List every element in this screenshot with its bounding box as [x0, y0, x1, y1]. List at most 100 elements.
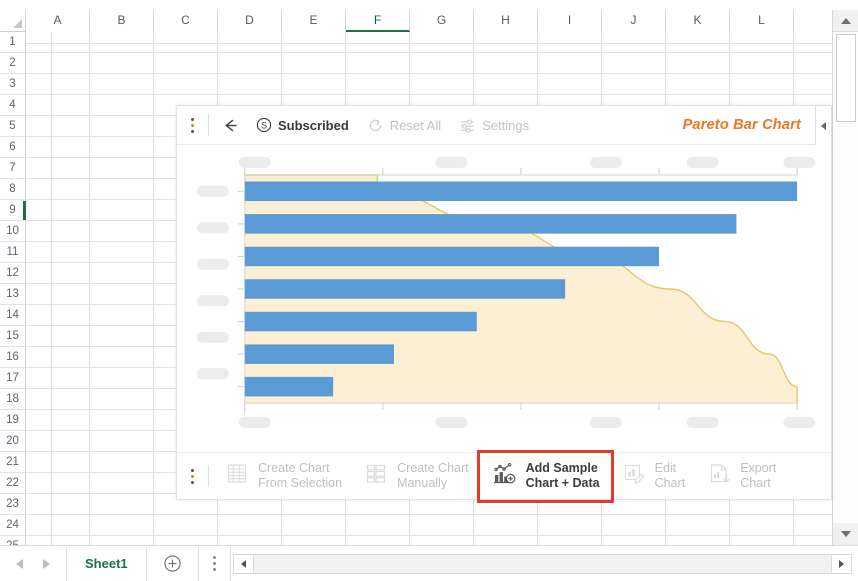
column-header-k[interactable]: K	[666, 10, 730, 32]
column-header-d[interactable]: D	[218, 10, 282, 32]
horizontal-scrollbar[interactable]	[232, 553, 852, 574]
reset-all-button[interactable]: Reset All	[358, 106, 450, 145]
sheet-kebab-dot-middle	[212, 562, 216, 565]
column-header-a[interactable]: A	[26, 10, 90, 32]
row-header-6[interactable]: 6	[0, 137, 26, 158]
row-header-3[interactable]: 3	[0, 74, 26, 95]
chevron-up-icon	[841, 17, 851, 24]
sheet-tab-sheet1[interactable]: Sheet1	[67, 546, 147, 581]
edit-chart-label: Edit Chart	[654, 461, 686, 490]
row-header-9[interactable]: 9	[0, 200, 26, 221]
column-header-c[interactable]: C	[154, 10, 218, 32]
footer-more-options-icon[interactable]	[181, 457, 203, 496]
corner-triangle-icon	[13, 19, 22, 28]
previous-sheet-icon[interactable]	[16, 558, 23, 569]
row-header-15[interactable]: 15	[0, 326, 26, 347]
chart-canvas	[177, 145, 831, 452]
add-sheet-button[interactable]	[147, 546, 199, 581]
x-axis-label-top-4	[783, 157, 816, 168]
bar-7	[244, 376, 334, 397]
category-label-2	[196, 258, 229, 270]
row-header-4[interactable]: 4	[0, 95, 26, 116]
column-header-h[interactable]: H	[474, 10, 538, 32]
row-header-20[interactable]: 20	[0, 431, 26, 452]
category-label-3	[196, 295, 229, 307]
taskpane-header: S Subscribed Reset All Settings Pareto B…	[177, 105, 832, 146]
row-header-13[interactable]: 13	[0, 284, 26, 305]
excel-window: ABCDEFGHIJKL 1 2 3 4 5 6 7 8 9 10 11 12 13 14 15 16 17 18…	[0, 0, 858, 581]
svg-text:S: S	[261, 120, 267, 130]
sheet-tab-bar: Sheet1	[0, 545, 858, 581]
row-header-8[interactable]: 8	[0, 179, 26, 200]
bar-1	[244, 181, 798, 201]
create-chart-from-selection-button[interactable]: Create Chart From Selection	[214, 454, 353, 499]
row-header-16[interactable]: 16	[0, 347, 26, 368]
collapse-pane-button[interactable]	[815, 105, 832, 146]
row-header-column: 1234567891011121314151617181920212223242…	[0, 32, 26, 578]
footer-divider	[208, 465, 209, 487]
kebab-dot-top	[190, 117, 194, 121]
subscribed-button[interactable]: S Subscribed	[247, 106, 358, 145]
row-header-7[interactable]: 7	[0, 158, 26, 179]
column-header-b[interactable]: B	[90, 10, 154, 32]
scroll-down-button[interactable]	[833, 523, 858, 545]
next-sheet-icon[interactable]	[43, 558, 50, 569]
create-chart-manually-button[interactable]: Create Chart Manually	[353, 454, 480, 499]
dollar-circle-icon: S	[256, 117, 272, 133]
x-axis-label-bottom-1	[435, 417, 468, 428]
row-header-2[interactable]: 2	[0, 53, 26, 74]
column-header-g[interactable]: G	[410, 10, 474, 32]
add-sample-chart-data-button[interactable]: Add Sample Chart + Data	[476, 449, 614, 503]
x-axis-label-bottom-4	[783, 417, 816, 428]
edit-chart-button[interactable]: Edit Chart	[611, 454, 697, 499]
row-header-11[interactable]: 11	[0, 242, 26, 263]
hscroll-right-button[interactable]	[831, 554, 851, 573]
sliders-icon	[459, 117, 476, 134]
column-header-i[interactable]: I	[538, 10, 602, 32]
select-all-corner-icon[interactable]	[0, 10, 26, 32]
chart-addin-taskpane: S Subscribed Reset All Settings Pareto B…	[176, 105, 832, 503]
page-title: Pareto Bar Chart	[682, 117, 801, 133]
row-header-5[interactable]: 5	[0, 116, 26, 137]
settings-button[interactable]: Settings	[450, 106, 538, 145]
row-header-17[interactable]: 17	[0, 368, 26, 389]
sheet-kebab-dot-top	[212, 556, 216, 559]
hscroll-left-button[interactable]	[233, 554, 254, 573]
bar-3	[244, 246, 660, 267]
row-header-12[interactable]: 12	[0, 263, 26, 284]
reset-all-label: Reset All	[389, 117, 442, 133]
footer-kebab-dot-bottom	[190, 480, 194, 484]
more-options-icon[interactable]	[181, 106, 203, 145]
footer-kebab-dot-top	[190, 468, 194, 472]
chevron-right-icon	[839, 559, 844, 568]
row-header-22[interactable]: 22	[0, 473, 26, 494]
edit-chart-icon	[622, 461, 647, 491]
row-header-10[interactable]: 10	[0, 221, 26, 242]
column-header-j[interactable]: J	[602, 10, 666, 32]
column-header-f[interactable]: F	[346, 10, 410, 32]
bar-6	[244, 344, 394, 364]
vertical-scrollbar[interactable]	[832, 10, 858, 545]
sheet-nav-arrows	[0, 546, 67, 581]
bar-2	[244, 214, 737, 234]
sheet-options-icon[interactable]	[199, 546, 231, 581]
row-header-23[interactable]: 23	[0, 494, 26, 515]
category-label-5	[196, 368, 229, 380]
back-button[interactable]	[214, 106, 247, 145]
add-sample-chart-data-label: Add Sample Chart + Data	[525, 461, 600, 490]
row-header-14[interactable]: 14	[0, 305, 26, 326]
row-header-18[interactable]: 18	[0, 389, 26, 410]
vscroll-thumb[interactable]	[836, 34, 856, 122]
export-chart-icon	[707, 461, 732, 491]
export-chart-button[interactable]: Export Chart	[696, 454, 787, 499]
x-axis-label-bottom-2	[589, 417, 622, 428]
row-header-1[interactable]: 1	[0, 32, 26, 53]
taskpane-footer-toolbar: Create Chart From Selection Create Chart…	[177, 449, 831, 503]
scroll-up-button[interactable]	[833, 10, 858, 32]
subscribed-label: Subscribed	[278, 117, 349, 133]
row-header-19[interactable]: 19	[0, 410, 26, 431]
column-header-e[interactable]: E	[282, 10, 346, 32]
row-header-21[interactable]: 21	[0, 452, 26, 473]
column-header-l[interactable]: L	[730, 10, 794, 32]
row-header-24[interactable]: 24	[0, 515, 26, 536]
